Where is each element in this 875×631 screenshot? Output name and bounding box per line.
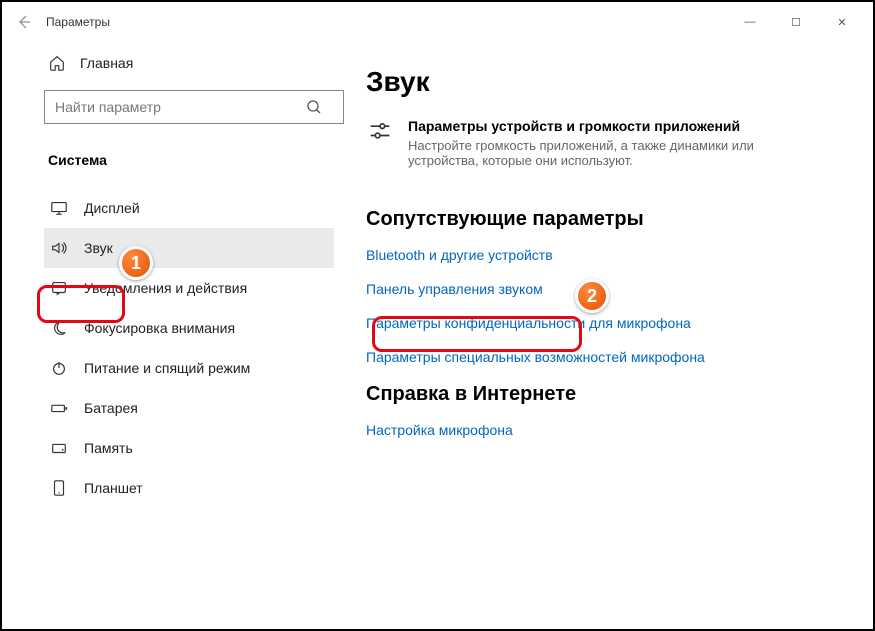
sidebar-item-label: Батарея — [84, 400, 138, 416]
sidebar-item-power[interactable]: Питание и спящий режим — [44, 348, 334, 388]
related-heading: Сопутствующие параметры — [366, 208, 849, 231]
arrow-left-icon — [16, 14, 32, 30]
page-title: Звук — [366, 66, 849, 98]
home-icon — [48, 54, 66, 72]
power-icon — [50, 359, 68, 377]
sidebar-item-label: Планшет — [84, 480, 143, 496]
window-controls: — ☐ ✕ — [727, 6, 865, 38]
sidebar: Главная Система Дисплей Звук Уведомления… — [2, 42, 342, 629]
window-body: Главная Система Дисплей Звук Уведомления… — [2, 42, 873, 629]
search-icon — [306, 99, 322, 115]
help-heading: Справка в Интернете — [366, 383, 849, 406]
window-title: Параметры — [46, 15, 110, 29]
sound-icon — [50, 239, 68, 257]
home-label: Главная — [80, 55, 133, 71]
back-button[interactable] — [10, 8, 38, 36]
sidebar-item-label: Уведомления и действия — [84, 280, 247, 296]
app-volume-desc: Настройте громкость приложений, а также … — [408, 138, 788, 168]
sidebar-item-label: Звук — [84, 240, 113, 256]
battery-icon — [50, 399, 68, 417]
sidebar-item-label: Дисплей — [84, 200, 140, 216]
link-mic-setup[interactable]: Настройка микрофона — [366, 422, 849, 438]
tablet-icon — [50, 479, 68, 497]
search-wrap — [44, 90, 334, 124]
app-volume-title: Параметры устройств и громкости приложен… — [408, 118, 788, 134]
minimize-button[interactable]: — — [727, 6, 773, 38]
link-mic-privacy[interactable]: Параметры конфиденциальности для микрофо… — [366, 315, 849, 331]
titlebar: Параметры — ☐ ✕ — [2, 2, 873, 42]
sidebar-item-notifications[interactable]: Уведомления и действия — [44, 268, 334, 308]
sidebar-item-label: Питание и спящий режим — [84, 360, 250, 376]
sidebar-item-sound[interactable]: Звук — [44, 228, 334, 268]
settings-window: Параметры — ☐ ✕ Главная Система Дисплей — [0, 0, 875, 631]
sidebar-section-label: Система — [44, 146, 334, 174]
close-button[interactable]: ✕ — [819, 6, 865, 38]
sidebar-home[interactable]: Главная — [44, 46, 334, 80]
sidebar-item-storage[interactable]: Память — [44, 428, 334, 468]
sidebar-item-tablet[interactable]: Планшет — [44, 468, 334, 508]
maximize-button[interactable]: ☐ — [773, 6, 819, 38]
storage-icon — [50, 439, 68, 457]
link-sound-control-panel[interactable]: Панель управления звуком — [366, 281, 849, 297]
sidebar-item-display[interactable]: Дисплей — [44, 188, 334, 228]
link-bluetooth[interactable]: Bluetooth и другие устройств — [366, 247, 849, 263]
sidebar-item-battery[interactable]: Батарея — [44, 388, 334, 428]
app-volume-prefs[interactable]: Параметры устройств и громкости приложен… — [366, 118, 849, 168]
sliders-icon — [366, 118, 394, 146]
notifications-icon — [50, 279, 68, 297]
sidebar-item-focus[interactable]: Фокусировка внимания — [44, 308, 334, 348]
sidebar-item-label: Фокусировка внимания — [84, 320, 235, 336]
focus-icon — [50, 319, 68, 337]
content-pane: Звук Параметры устройств и громкости при… — [342, 42, 873, 629]
search-input[interactable] — [44, 90, 344, 124]
display-icon — [50, 199, 68, 217]
sidebar-item-label: Память — [84, 440, 133, 456]
link-mic-accessibility[interactable]: Параметры специальных возможностей микро… — [366, 349, 849, 365]
